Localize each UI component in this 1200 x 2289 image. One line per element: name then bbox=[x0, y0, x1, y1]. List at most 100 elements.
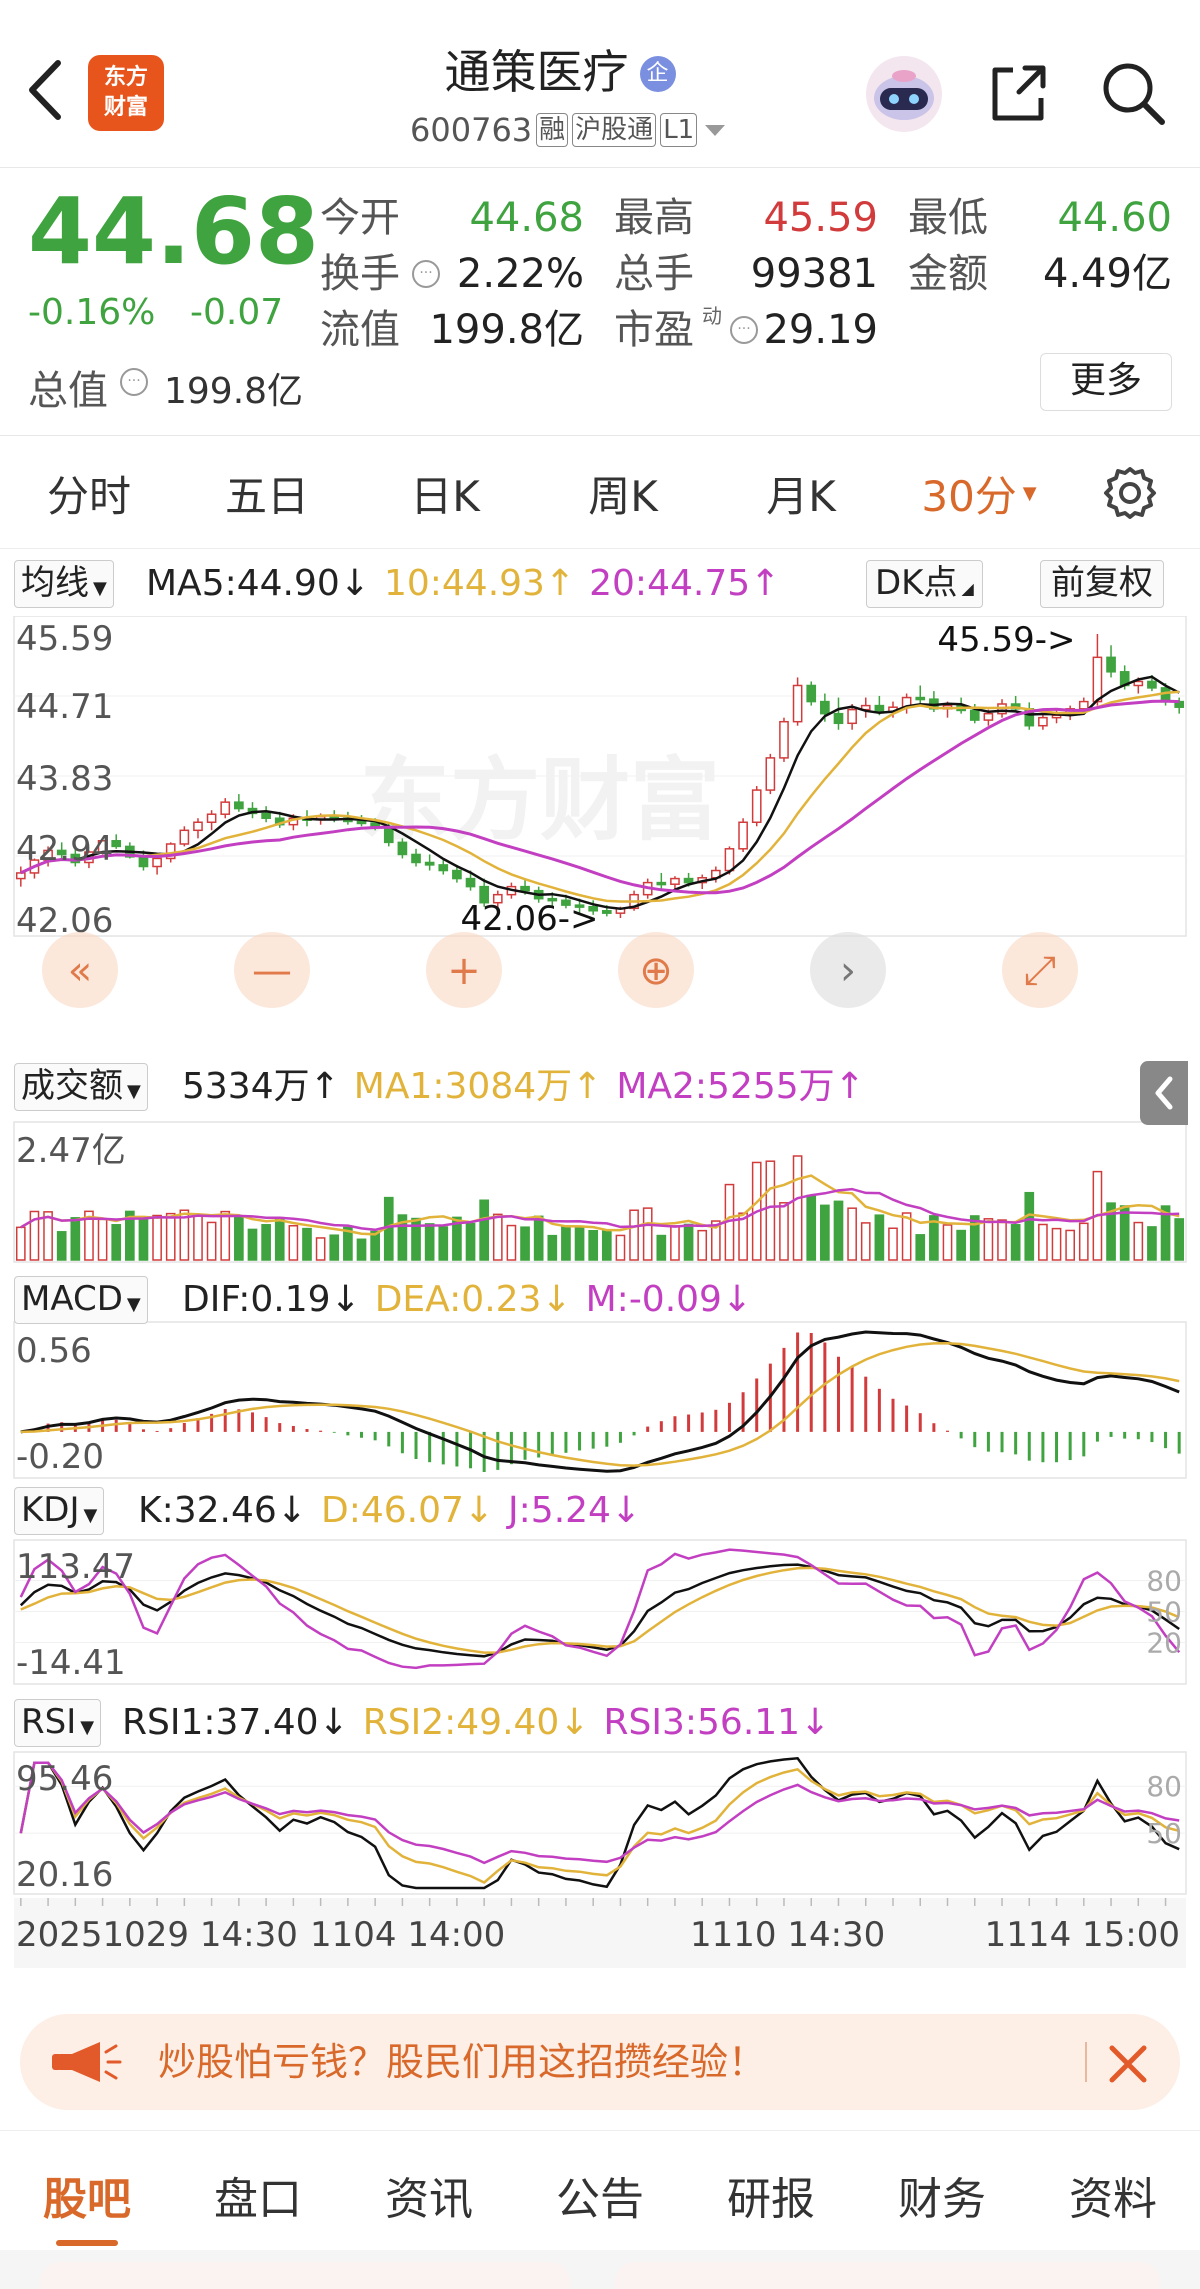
volume-bar bbox=[465, 1222, 476, 1261]
volume-bar bbox=[506, 1224, 517, 1261]
content-tab[interactable]: 资料 bbox=[1038, 2140, 1188, 2250]
watermark: 东方财富 bbox=[360, 748, 720, 853]
expand-icon[interactable]: ⤢ bbox=[1002, 932, 1078, 1008]
volume-bar bbox=[1010, 1224, 1021, 1261]
legend-item: MA2:5255万↑ bbox=[616, 1066, 865, 1107]
info-icon: ··· bbox=[412, 260, 440, 288]
volume-bar bbox=[193, 1213, 203, 1261]
content-tab[interactable]: 资讯 bbox=[354, 2140, 504, 2250]
rsi-select[interactable]: RSI ▼ bbox=[14, 1699, 102, 1747]
content-tab-label: 资讯 bbox=[385, 2174, 473, 2225]
assistant-button[interactable] bbox=[862, 52, 946, 136]
stat-label: 金额 bbox=[908, 251, 988, 297]
content-tab[interactable]: 财务 bbox=[867, 2140, 1017, 2250]
period-tab[interactable]: 五日 bbox=[178, 437, 356, 549]
period-tab-bar: 分时 五日 日K 周K 月K 30分 ▼ bbox=[0, 437, 1200, 549]
volume-legend: 5334万↑ MA1:3084万↑ MA2:5255万↑ bbox=[182, 1065, 879, 1109]
period-tab-label: 周K bbox=[588, 471, 658, 521]
promo-banner[interactable]: 炒股怕亏钱？股民们用这招攒经验！ bbox=[20, 2014, 1180, 2110]
candle-body bbox=[847, 708, 857, 725]
time-axis-label: 20251029 14:30 bbox=[16, 1915, 298, 1955]
more-button[interactable]: 更多 bbox=[1040, 353, 1172, 411]
dk-point-button[interactable]: DK点 ◢ bbox=[866, 560, 983, 608]
price-axis-label: 42.94 bbox=[16, 829, 113, 869]
volume-bar bbox=[956, 1229, 966, 1261]
kdj-axis-label: 113.47 bbox=[16, 1547, 135, 1587]
candle-body bbox=[206, 813, 217, 824]
candle-body bbox=[520, 885, 530, 892]
legend-item: RSI3:56.11↓ bbox=[603, 1702, 831, 1743]
stock-title-group[interactable]: 通策医疗 企 bbox=[300, 36, 820, 102]
candle-body bbox=[1092, 656, 1103, 703]
volume-bar bbox=[165, 1212, 176, 1261]
volume-bar bbox=[574, 1225, 585, 1261]
dropdown-arrow-icon: ▼ bbox=[127, 1081, 141, 1102]
content-tab[interactable]: 研报 bbox=[696, 2140, 846, 2250]
volume-bar bbox=[601, 1230, 612, 1261]
megaphone-icon bbox=[52, 2042, 122, 2082]
period-tab[interactable]: 周K bbox=[534, 437, 712, 549]
volume-bar bbox=[888, 1227, 898, 1261]
rsi2-line bbox=[19, 1761, 1180, 1884]
candle-body bbox=[765, 757, 776, 791]
plus-icon[interactable]: + bbox=[426, 932, 502, 1008]
content-tab-bar: 股吧 盘口 资讯 公告 研报 财务 资料 bbox=[0, 2140, 1200, 2250]
search-button[interactable] bbox=[1098, 58, 1168, 128]
chevron-right-icon[interactable]: › bbox=[810, 932, 886, 1008]
dropdown-arrow-icon: ▼ bbox=[80, 1717, 95, 1738]
rsi-ref-label: 50 bbox=[1146, 1817, 1182, 1850]
share-button[interactable] bbox=[985, 60, 1051, 126]
volume-bar bbox=[329, 1234, 340, 1261]
period-tab[interactable]: 月K bbox=[712, 437, 890, 549]
content-tab-label: 公告 bbox=[556, 2174, 644, 2225]
volume-bar bbox=[315, 1237, 326, 1261]
volume-axis-label: 2.47亿 bbox=[16, 1131, 126, 1171]
volume-bar bbox=[247, 1228, 258, 1261]
volume-select[interactable]: 成交额 ▼ bbox=[14, 1063, 148, 1111]
double-chevron-left-icon[interactable]: « bbox=[42, 932, 118, 1008]
stock-code-row[interactable]: 600763 融 沪股通 L1 bbox=[410, 110, 729, 150]
volume-bar bbox=[847, 1207, 857, 1261]
banner-close-button[interactable] bbox=[1100, 2036, 1156, 2092]
period-tab[interactable]: 日K bbox=[356, 437, 534, 549]
content-tab-label: 股吧 bbox=[43, 2174, 131, 2225]
content-tab[interactable]: 盘口 bbox=[183, 2140, 333, 2250]
robot-icon bbox=[866, 56, 942, 132]
volume-bar bbox=[1119, 1205, 1130, 1261]
period-tab[interactable]: 分时 bbox=[0, 437, 178, 549]
volume-bar bbox=[1038, 1223, 1048, 1261]
content-tab-label: 资料 bbox=[1069, 2174, 1157, 2225]
svg-text:«: « bbox=[68, 948, 92, 994]
candle-body bbox=[1078, 700, 1089, 710]
volume-bar bbox=[820, 1204, 830, 1261]
period-tab[interactable]: 30分 ▼ bbox=[890, 437, 1068, 549]
preview-card bbox=[615, 2262, 1160, 2289]
macd-select[interactable]: MACD ▼ bbox=[14, 1276, 148, 1324]
stock-code: 600763 bbox=[410, 111, 533, 149]
volume-bar bbox=[629, 1209, 639, 1261]
candle-body bbox=[424, 861, 435, 866]
volume-bar bbox=[479, 1199, 490, 1261]
collapse-panel-button[interactable] bbox=[1140, 1061, 1188, 1125]
pe-superscript: 动 bbox=[702, 304, 722, 328]
market-cap-value: 199.8亿 bbox=[164, 371, 304, 412]
rsi-legend: RSI1:37.40↓ RSI2:49.40↓ RSI3:56.11↓ bbox=[122, 1701, 844, 1745]
volume-bar bbox=[983, 1218, 994, 1261]
legend-item: DEA:0.23↓ bbox=[374, 1279, 572, 1320]
volume-bar bbox=[697, 1229, 708, 1261]
stat-value: 29.19 bbox=[763, 307, 878, 353]
back-button[interactable] bbox=[20, 55, 70, 125]
legend-item: DIF:0.19↓ bbox=[182, 1279, 361, 1320]
candle-body bbox=[452, 869, 462, 880]
content-tab[interactable]: 公告 bbox=[525, 2140, 675, 2250]
candle-body bbox=[983, 712, 994, 721]
minus-icon[interactable]: — bbox=[234, 932, 310, 1008]
kdj-select[interactable]: KDJ ▼ bbox=[14, 1487, 105, 1535]
volume-bar bbox=[547, 1234, 558, 1261]
zoom-in-icon[interactable]: ⊕ bbox=[618, 932, 694, 1008]
volume-bar bbox=[860, 1222, 871, 1261]
indicator-select[interactable]: 均线 ▼ bbox=[14, 560, 114, 608]
chart-settings-button[interactable] bbox=[1100, 463, 1160, 523]
adjust-mode-button[interactable]: 前复权 bbox=[1040, 560, 1164, 608]
content-tab[interactable]: 股吧 bbox=[12, 2140, 162, 2250]
